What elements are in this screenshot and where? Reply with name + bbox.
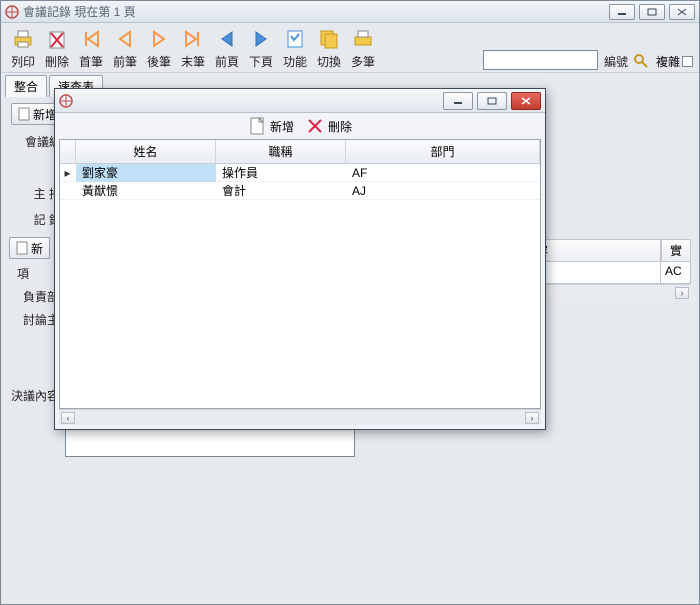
grid-row[interactable]: 黃猷憬 會計 AJ bbox=[60, 182, 540, 200]
prev-page-icon bbox=[215, 27, 239, 51]
cell-title[interactable]: 操作員 bbox=[216, 164, 346, 182]
detail-add-button[interactable]: 新 bbox=[9, 237, 50, 259]
cell-name[interactable]: 劉家豪 bbox=[76, 164, 216, 182]
discuss-label: 討論主 bbox=[9, 311, 59, 328]
resolve-label: 決議內容 bbox=[9, 387, 59, 404]
tb-switch[interactable]: 切換 bbox=[313, 27, 345, 70]
right-row-impl[interactable]: AC bbox=[661, 262, 691, 284]
cell-title[interactable]: 會計 bbox=[216, 181, 346, 200]
maximize-button[interactable] bbox=[639, 4, 665, 20]
tab-integrated[interactable]: 整合 bbox=[5, 75, 47, 97]
first-icon bbox=[79, 27, 103, 51]
cell-dept[interactable]: AF bbox=[346, 165, 540, 181]
grid-header: 姓名 職稱 部門 bbox=[60, 140, 540, 164]
delete-icon bbox=[45, 27, 69, 51]
next-page-icon bbox=[249, 27, 273, 51]
dialog-maximize-button[interactable] bbox=[477, 92, 507, 110]
close-button[interactable] bbox=[669, 4, 695, 20]
printer-icon bbox=[11, 27, 35, 51]
tb-prev[interactable]: 前筆 bbox=[109, 27, 141, 70]
col-dept[interactable]: 部門 bbox=[346, 140, 540, 163]
function-icon bbox=[283, 27, 307, 51]
tb-print[interactable]: 列印 bbox=[7, 27, 39, 70]
last-icon bbox=[181, 27, 205, 51]
col-name[interactable]: 姓名 bbox=[76, 140, 216, 163]
owner-label: 負責部 bbox=[9, 288, 59, 305]
delete-x-icon bbox=[306, 117, 324, 135]
attendee-dialog: 新增 刪除 姓名 職稱 部門 ▸ 劉家豪 操作員 AF 黃猷憬 會計 AJ bbox=[54, 88, 546, 430]
grid-row[interactable]: ▸ 劉家豪 操作員 AF bbox=[60, 164, 540, 182]
dialog-close-button[interactable] bbox=[511, 92, 541, 110]
prev-icon bbox=[113, 27, 137, 51]
tb-prev-page[interactable]: 前頁 bbox=[211, 27, 243, 70]
search-button[interactable] bbox=[632, 52, 650, 70]
tb-next-page[interactable]: 下頁 bbox=[245, 27, 277, 70]
tb-first[interactable]: 首筆 bbox=[75, 27, 107, 70]
grid-body[interactable]: ▸ 劉家豪 操作員 AF 黃猷憬 會計 AJ bbox=[60, 164, 540, 408]
window-controls bbox=[609, 4, 695, 20]
dialog-toolbar: 新增 刪除 bbox=[55, 113, 545, 139]
item-label: 項 bbox=[9, 265, 29, 282]
tb-delete[interactable]: 刪除 bbox=[41, 27, 73, 70]
search-input[interactable] bbox=[483, 50, 598, 70]
dialog-delete-button[interactable]: 刪除 bbox=[306, 117, 352, 135]
search-label: 編號 bbox=[604, 53, 628, 70]
tb-last[interactable]: 末筆 bbox=[177, 27, 209, 70]
col-impl: 實 bbox=[661, 239, 691, 262]
multi-icon bbox=[351, 27, 375, 51]
complex-toggle[interactable]: 複雜 bbox=[656, 53, 693, 70]
dialog-minimize-button[interactable] bbox=[443, 92, 473, 110]
scroll-left-icon[interactable]: ‹ bbox=[61, 412, 75, 424]
attendee-grid: 姓名 職稱 部門 ▸ 劉家豪 操作員 AF 黃猷憬 會計 AJ bbox=[59, 139, 541, 409]
col-title[interactable]: 職稱 bbox=[216, 140, 346, 163]
scroll-right-icon[interactable]: › bbox=[525, 412, 539, 424]
tb-multi[interactable]: 多筆 bbox=[347, 27, 379, 70]
switch-icon bbox=[317, 27, 341, 51]
new-doc-icon bbox=[248, 117, 266, 135]
plus-icon bbox=[18, 107, 30, 121]
next-icon bbox=[147, 27, 171, 51]
dialog-titlebar[interactable] bbox=[55, 89, 545, 113]
row-indicator-icon bbox=[60, 190, 76, 192]
tb-function[interactable]: 功能 bbox=[279, 27, 311, 70]
tb-next[interactable]: 後筆 bbox=[143, 27, 175, 70]
dialog-add-button[interactable]: 新增 bbox=[248, 117, 294, 135]
cell-name[interactable]: 黃猷憬 bbox=[76, 181, 216, 200]
globe-icon bbox=[59, 94, 73, 108]
checkbox-icon bbox=[682, 56, 693, 67]
minimize-button[interactable] bbox=[609, 4, 635, 20]
grid-scroll-h[interactable]: ‹ › bbox=[59, 409, 541, 425]
scroll-right-icon[interactable]: › bbox=[675, 287, 689, 299]
plus-icon bbox=[16, 241, 28, 255]
row-indicator-icon: ▸ bbox=[60, 165, 76, 181]
window-title: 會議記錄 現在第 1 頁 bbox=[23, 3, 609, 20]
main-titlebar: 會議記錄 現在第 1 頁 bbox=[1, 1, 699, 23]
main-toolbar: 列印 刪除 首筆 前筆 後筆 末筆 前頁 下頁 bbox=[1, 23, 699, 73]
cell-dept[interactable]: AJ bbox=[346, 183, 540, 199]
app-icon bbox=[5, 5, 19, 19]
grid-row-selector-header bbox=[60, 140, 76, 163]
